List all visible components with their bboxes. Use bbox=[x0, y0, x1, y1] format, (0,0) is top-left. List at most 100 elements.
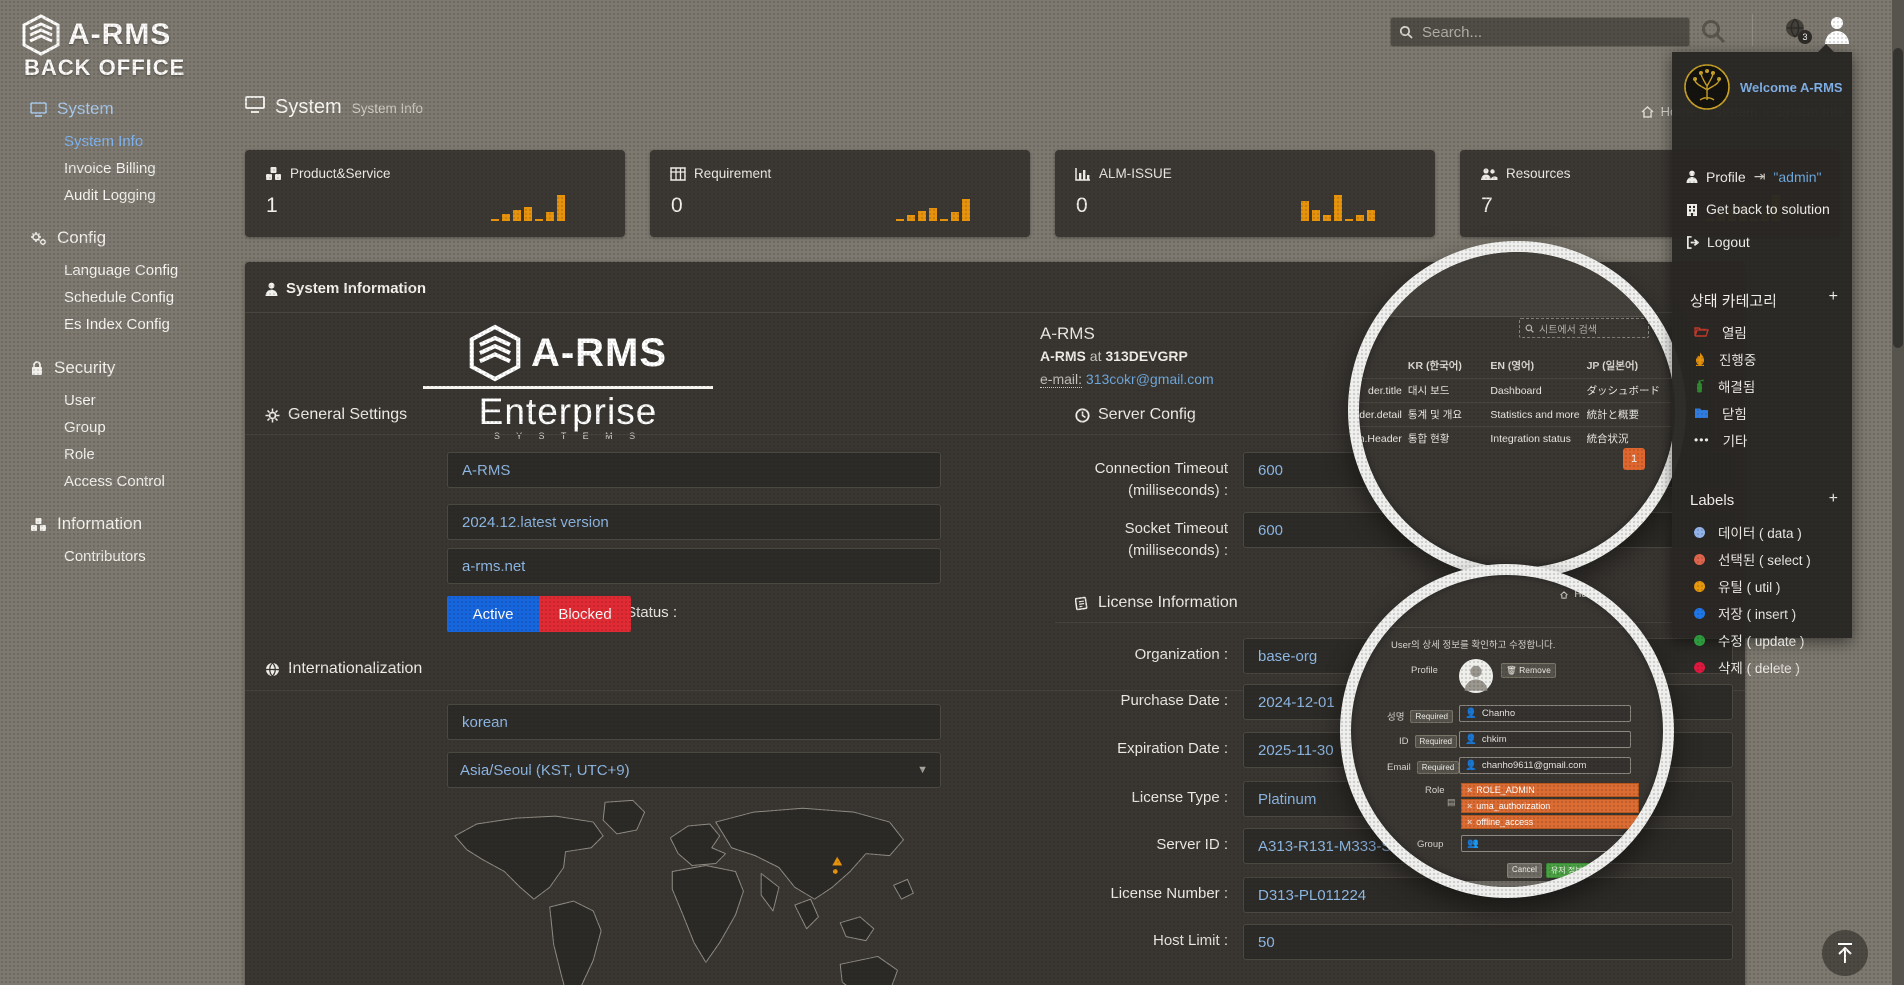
stat-card-value: 0 bbox=[671, 194, 683, 218]
label-item-data[interactable]: 데이터 ( data ) bbox=[1694, 522, 1802, 542]
stat-card-requirement[interactable]: Requirement 0 bbox=[650, 150, 1030, 237]
status-item-closed[interactable]: 닫힘 bbox=[1694, 403, 1747, 423]
pagination-badge: 1 bbox=[1623, 448, 1645, 470]
sidebar-item-schedule-config[interactable]: Schedule Config bbox=[64, 289, 174, 306]
sidebar-item-system-info[interactable]: System Info bbox=[64, 133, 143, 150]
sidebar-item-es-index-config[interactable]: Es Index Config bbox=[64, 316, 170, 333]
chevron-down-icon: ▼ bbox=[917, 764, 928, 776]
sidebar-item-role[interactable]: Role bbox=[64, 446, 95, 463]
field-label-organization: Organization : bbox=[1075, 646, 1228, 663]
remove-button: 🗑 Remove bbox=[1501, 663, 1556, 678]
folder-open-icon bbox=[1694, 326, 1709, 338]
default-language-input[interactable] bbox=[447, 704, 941, 740]
label-item-select[interactable]: 선택된 ( select ) bbox=[1694, 549, 1811, 569]
sidebar-item-audit-logging[interactable]: Audit Logging bbox=[64, 187, 156, 204]
role-tag: × ROLE_ADMIN bbox=[1461, 783, 1639, 797]
status-item-etc[interactable]: ••• 기타 bbox=[1694, 430, 1747, 450]
globe-icon bbox=[265, 662, 280, 677]
sidebar-item-information[interactable]: Information bbox=[30, 514, 142, 534]
clock-icon bbox=[1075, 408, 1090, 423]
about-name: A-RMS bbox=[1040, 322, 1214, 345]
menu-item-logout[interactable]: Logout bbox=[1686, 234, 1750, 250]
sidebar-item-config[interactable]: Config bbox=[30, 228, 106, 248]
monitor-icon bbox=[30, 102, 47, 117]
stat-card-product-service[interactable]: Product&Service 1 bbox=[245, 150, 625, 237]
topbar-search[interactable] bbox=[1390, 17, 1690, 47]
sidebar-item-access-control[interactable]: Access Control bbox=[64, 473, 165, 490]
mini-search-field: 시트에서 검색 bbox=[1519, 318, 1649, 338]
search-icon bbox=[1399, 25, 1413, 39]
status-item-in-progress[interactable]: 진행중 bbox=[1694, 349, 1756, 369]
arms-hexagon-logo-icon bbox=[469, 324, 521, 382]
service-status-blocked-button[interactable]: Blocked bbox=[539, 596, 631, 632]
welcome-text: Welcome A-RMS bbox=[1740, 80, 1843, 95]
label-color-dot bbox=[1694, 581, 1705, 592]
stat-card-label: Requirement bbox=[694, 166, 771, 181]
sidebar-item-language-config[interactable]: Language Config bbox=[64, 262, 178, 279]
dropdown-notch bbox=[1818, 44, 1834, 52]
notification-badge: 3 bbox=[1798, 30, 1812, 44]
org-link[interactable]: 313DEVGRP bbox=[1105, 348, 1187, 364]
time-zone-select[interactable]: Asia/Seoul (KST, UTC+9)▼ bbox=[447, 752, 941, 788]
service-status-active-button[interactable]: Active bbox=[447, 596, 539, 632]
table-row: der.detail 통계 및 개요 Statistics and more 統… bbox=[1348, 402, 1671, 426]
sidebar-item-invoice-billing[interactable]: Invoice Billing bbox=[64, 160, 156, 177]
field-label-expiration-date: Expiration Date : bbox=[1075, 740, 1228, 757]
add-status-category-button[interactable]: + bbox=[1829, 288, 1838, 306]
label-item-insert[interactable]: 저장 ( insert ) bbox=[1694, 603, 1796, 623]
label-item-util[interactable]: 유틸 ( util ) bbox=[1694, 576, 1780, 596]
user-avatar-icon[interactable] bbox=[1822, 14, 1852, 44]
brand[interactable]: A-RMS bbox=[22, 14, 171, 56]
user-dropdown-menu: Welcome A-RMS Profile ⇥ "admin" Get back… bbox=[1672, 52, 1852, 638]
arms-hexagon-logo-icon bbox=[22, 14, 60, 56]
sidebar-item-security[interactable]: Security bbox=[30, 358, 115, 378]
stat-card-alm-issue[interactable]: ALM-ISSUE 0 bbox=[1055, 150, 1435, 237]
scroll-to-top-button[interactable] bbox=[1822, 930, 1868, 976]
mini-bar-chart bbox=[491, 191, 565, 221]
lock-icon bbox=[30, 360, 44, 376]
search-submit-icon[interactable] bbox=[1700, 18, 1726, 44]
folder-icon bbox=[1694, 407, 1709, 419]
mini-email-input: 👤 chanho9611@gmail.com bbox=[1459, 757, 1631, 774]
menu-item-get-back-to-solution[interactable]: Get back to solution bbox=[1686, 201, 1830, 217]
product-version-input[interactable] bbox=[447, 504, 941, 540]
sidebar-item-contributors[interactable]: Contributors bbox=[64, 548, 146, 565]
table-row: der.title 대시 보드 Dashboard ダッシュボード bbox=[1348, 378, 1671, 402]
mini-bar-chart bbox=[1301, 191, 1375, 221]
mini-group-input: 👥 bbox=[1461, 835, 1631, 852]
world-map bbox=[447, 796, 941, 985]
menu-item-profile[interactable]: Profile ⇥ "admin" bbox=[1686, 168, 1822, 185]
search-input[interactable] bbox=[1420, 23, 1681, 42]
sidebar: A-RMS BACK OFFICE System System Info Inv… bbox=[0, 0, 232, 985]
mini-avatar bbox=[1459, 659, 1493, 693]
label-item-update[interactable]: 수정 ( update ) bbox=[1694, 630, 1804, 650]
label-color-dot bbox=[1694, 554, 1705, 565]
vertical-scrollbar[interactable] bbox=[1892, 0, 1904, 985]
sidebar-item-group[interactable]: Group bbox=[64, 419, 106, 436]
product-name-input[interactable] bbox=[447, 452, 941, 488]
cubes-icon bbox=[30, 517, 47, 532]
field-label-server-id: Server ID : bbox=[1075, 836, 1228, 853]
server-config-header: Server Config bbox=[1075, 406, 1196, 424]
status-item-open[interactable]: 열림 bbox=[1694, 322, 1747, 342]
base-url-input[interactable] bbox=[447, 548, 941, 584]
status-item-resolved[interactable]: 해결됨 bbox=[1694, 376, 1755, 396]
label-item-delete[interactable]: 삭제 ( delete ) bbox=[1694, 657, 1800, 677]
host-limit-input[interactable] bbox=[1243, 924, 1733, 960]
field-label-connection-timeout: Connection Timeout(milliseconds) : bbox=[1075, 458, 1228, 502]
sidebar-item-system[interactable]: System bbox=[30, 99, 114, 119]
scrollbar-thumb[interactable] bbox=[1893, 48, 1903, 348]
notifications-icon[interactable]: 3 bbox=[1782, 16, 1810, 44]
add-label-button[interactable]: + bbox=[1829, 490, 1838, 508]
ellipsis-icon: ••• bbox=[1694, 433, 1710, 447]
label-color-dot bbox=[1694, 662, 1705, 673]
home-icon bbox=[1641, 106, 1654, 118]
label-color-dot bbox=[1694, 608, 1705, 619]
sidebar-item-user[interactable]: User bbox=[64, 392, 96, 409]
email-link[interactable]: 313cokr@gmail.com bbox=[1086, 371, 1214, 387]
mini-bar-chart bbox=[896, 191, 970, 221]
profile-admin-value: "admin" bbox=[1773, 169, 1821, 185]
labels-header: Labels bbox=[1690, 492, 1734, 509]
mini-breadcrumb: Home› bbox=[1560, 589, 1609, 600]
arms-back-office-app: { "brand": {"logo": "A-RMS", "office": "… bbox=[0, 0, 1904, 985]
